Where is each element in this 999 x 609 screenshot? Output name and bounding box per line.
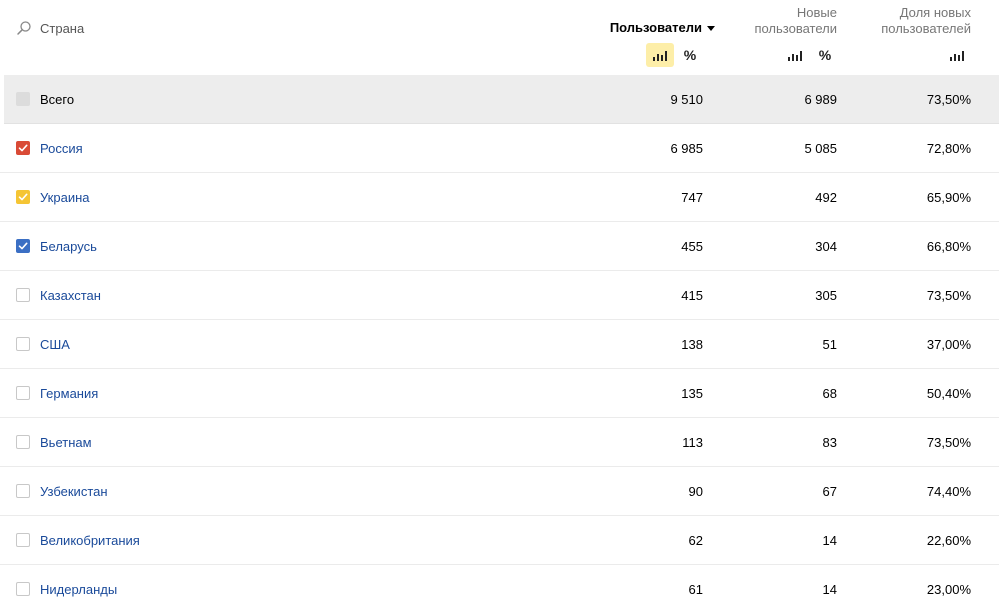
share-column-header[interactable]: Доля новых пользователей xyxy=(861,5,971,37)
country-link[interactable]: Великобритания xyxy=(40,533,140,548)
bar-chart-icon xyxy=(950,50,964,61)
row-checkbox[interactable] xyxy=(16,288,30,302)
table-row: Казахстан 415 305 73,50% xyxy=(0,271,999,320)
table-row: Нидерланды 61 14 23,00% xyxy=(0,565,999,609)
users-value: 138 xyxy=(681,336,703,352)
users-percent-toggle[interactable]: % xyxy=(680,43,700,67)
users-value: 61 xyxy=(688,581,703,597)
table-row: Великобритания 62 14 22,60% xyxy=(0,516,999,565)
checkmark-icon xyxy=(18,193,28,201)
new-users-value: 14 xyxy=(822,532,837,548)
country-column-label: Страна xyxy=(40,20,85,36)
total-checkbox[interactable] xyxy=(16,92,30,106)
users-value: 90 xyxy=(688,483,703,499)
country-link[interactable]: Казахстан xyxy=(40,288,101,303)
table-row: Германия 135 68 50,40% xyxy=(0,369,999,418)
total-users-value: 9 510 xyxy=(670,91,703,107)
users-bar-chart-toggle[interactable] xyxy=(646,43,674,67)
share-value: 73,50% xyxy=(926,287,971,303)
share-value: 73,50% xyxy=(926,434,971,450)
country-rows: Россия 6 985 5 085 72,80% Украина 747 49… xyxy=(0,124,999,609)
country-link[interactable]: Нидерланды xyxy=(40,582,117,597)
countries-report-table: Страна Пользователи Новые пользователи Д… xyxy=(0,0,999,609)
row-checkbox[interactable] xyxy=(16,533,30,547)
users-value: 415 xyxy=(681,287,703,303)
new-users-value: 492 xyxy=(815,189,837,205)
percent-icon: % xyxy=(683,47,697,63)
share-value: 66,80% xyxy=(926,238,971,254)
total-new-users-value: 6 989 xyxy=(804,91,837,107)
new-users-value: 51 xyxy=(822,336,837,352)
users-value: 6 985 xyxy=(670,140,703,156)
table-row: США 138 51 37,00% xyxy=(0,320,999,369)
country-link[interactable]: Вьетнам xyxy=(40,435,92,450)
row-checkbox[interactable] xyxy=(16,484,30,498)
table-row: Узбекистан 90 67 74,40% xyxy=(0,467,999,516)
users-column-label: Пользователи xyxy=(609,20,702,35)
new-users-value: 83 xyxy=(822,434,837,450)
new-users-label-line1: Новые xyxy=(796,5,837,20)
country-link[interactable]: США xyxy=(40,337,70,352)
share-value: 74,40% xyxy=(926,483,971,499)
new-users-value: 5 085 xyxy=(804,140,837,156)
country-link[interactable]: Украина xyxy=(40,190,90,205)
new-users-value: 305 xyxy=(815,287,837,303)
new-users-column-header[interactable]: Новые пользователи xyxy=(737,5,837,37)
share-value: 23,00% xyxy=(926,581,971,597)
country-link[interactable]: Узбекистан xyxy=(40,484,108,499)
sort-desc-icon xyxy=(707,26,715,31)
new-users-value: 68 xyxy=(822,385,837,401)
percent-icon: % xyxy=(818,47,832,63)
table-row: Россия 6 985 5 085 72,80% xyxy=(0,124,999,173)
country-link[interactable]: Россия xyxy=(40,141,83,156)
row-checkbox-checked[interactable] xyxy=(16,239,30,253)
checkmark-icon xyxy=(18,144,28,152)
users-value: 62 xyxy=(688,532,703,548)
row-checkbox-checked[interactable] xyxy=(16,141,30,155)
new-users-label-line2: пользователи xyxy=(754,21,837,36)
users-value: 455 xyxy=(681,238,703,254)
row-checkbox[interactable] xyxy=(16,435,30,449)
total-row: Всего 9 510 6 989 73,50% xyxy=(4,75,999,124)
checkmark-icon xyxy=(18,242,28,250)
row-checkbox-checked[interactable] xyxy=(16,190,30,204)
share-bar-chart-toggle[interactable] xyxy=(943,43,971,67)
total-share-value: 73,50% xyxy=(926,91,971,107)
new-users-percent-toggle[interactable]: % xyxy=(815,43,835,67)
row-checkbox[interactable] xyxy=(16,386,30,400)
table-header: Страна Пользователи Новые пользователи Д… xyxy=(0,0,999,75)
country-link[interactable]: Германия xyxy=(40,386,98,401)
users-value: 135 xyxy=(681,385,703,401)
new-users-value: 67 xyxy=(822,483,837,499)
share-label-line1: Доля новых xyxy=(899,5,971,20)
share-value: 37,00% xyxy=(926,336,971,352)
share-value: 50,40% xyxy=(926,385,971,401)
search-icon[interactable] xyxy=(16,20,32,36)
share-value: 22,60% xyxy=(926,532,971,548)
table-row: Вьетнам 113 83 73,50% xyxy=(0,418,999,467)
table-row: Украина 747 492 65,90% xyxy=(0,173,999,222)
new-users-bar-chart-toggle[interactable] xyxy=(781,43,809,67)
new-users-value: 14 xyxy=(822,581,837,597)
total-label: Всего xyxy=(40,91,75,107)
bar-chart-icon xyxy=(788,50,802,61)
table-row: Беларусь 455 304 66,80% xyxy=(0,222,999,271)
country-column-header[interactable]: Страна xyxy=(16,20,84,36)
share-value: 72,80% xyxy=(926,140,971,156)
country-link[interactable]: Беларусь xyxy=(40,239,97,254)
users-value: 113 xyxy=(682,434,703,450)
users-value: 747 xyxy=(681,189,703,205)
row-checkbox[interactable] xyxy=(16,337,30,351)
users-column-header[interactable]: Пользователи xyxy=(610,20,715,36)
bar-chart-icon xyxy=(653,50,667,61)
share-label-line2: пользователей xyxy=(881,21,971,36)
share-value: 65,90% xyxy=(926,189,971,205)
new-users-value: 304 xyxy=(815,238,837,254)
row-checkbox[interactable] xyxy=(16,582,30,596)
